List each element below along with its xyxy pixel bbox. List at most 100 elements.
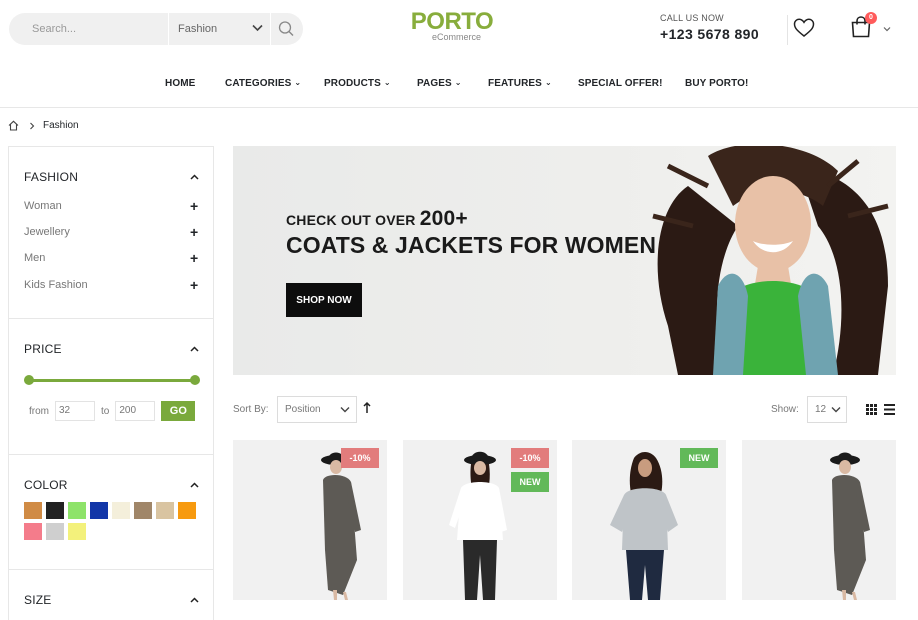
- nav-item-features[interactable]: FEATURES ⌄: [488, 78, 552, 89]
- search-category-select[interactable]: Fashion: [168, 13, 271, 45]
- search-input[interactable]: [9, 13, 159, 45]
- nav-item-label: PAGES: [417, 78, 452, 89]
- chevron-up-icon[interactable]: [190, 482, 199, 488]
- price-to-input[interactable]: 200: [115, 401, 156, 421]
- price-go-button[interactable]: GO: [161, 401, 196, 421]
- discount-badge: -10%: [341, 448, 379, 468]
- color-swatch[interactable]: [46, 523, 64, 540]
- chevron-down-icon: ⌄: [544, 78, 552, 87]
- list-view-icon[interactable]: [884, 404, 895, 415]
- category-kids-fashion[interactable]: Kids Fashion: [24, 279, 88, 291]
- banner-line1-number: 200+: [419, 207, 468, 230]
- chevron-up-icon[interactable]: [190, 597, 199, 603]
- chevron-down-icon: [340, 407, 350, 413]
- widget-size: SIZE: [9, 570, 213, 620]
- banner-line1-text: CHECK OUT OVER: [286, 212, 420, 228]
- nav-item-label: SPECIAL OFFER!: [578, 78, 663, 89]
- chevron-down-icon: [831, 407, 841, 413]
- chevron-down-icon: ⌄: [454, 78, 462, 87]
- breadcrumb-current: Fashion: [43, 120, 79, 131]
- color-swatch[interactable]: [156, 502, 174, 519]
- color-swatch[interactable]: [112, 502, 130, 519]
- show-label: Show:: [771, 404, 799, 415]
- heart-icon[interactable]: [793, 18, 815, 38]
- chevron-up-icon[interactable]: [190, 346, 199, 352]
- nav-item-label: FEATURES: [488, 78, 542, 89]
- widget-title-size: SIZE: [24, 593, 52, 607]
- sort-label: Sort By:: [233, 404, 269, 415]
- sort-select-value: Position: [285, 404, 321, 415]
- plus-icon[interactable]: +: [190, 225, 198, 239]
- page-size-select[interactable]: 12: [807, 396, 847, 423]
- category-men[interactable]: Men: [24, 252, 45, 264]
- price-slider-max-handle[interactable]: [190, 375, 200, 385]
- color-swatch[interactable]: [134, 502, 152, 519]
- nav-item-categories[interactable]: CATEGORIES ⌄: [225, 78, 301, 89]
- grid-view-icon[interactable]: [866, 404, 877, 415]
- chevron-right-icon: [30, 122, 35, 129]
- call-us-label: CALL US NOW: [660, 13, 724, 23]
- header-divider: [787, 15, 788, 45]
- nav-item-label: CATEGORIES: [225, 78, 292, 89]
- banner-headline: COATS & JACKETS FOR WOMEN: [286, 232, 657, 258]
- plus-icon[interactable]: +: [190, 199, 198, 213]
- phone-number: +123 5678 890: [660, 26, 760, 42]
- discount-badge: -10%: [511, 448, 549, 468]
- color-swatch[interactable]: [24, 502, 42, 519]
- shop-now-button[interactable]: SHOP NOW: [286, 283, 362, 317]
- nav-item-label: BUY PORTO!: [685, 78, 749, 89]
- plus-icon[interactable]: +: [190, 278, 198, 292]
- product-image: [830, 452, 870, 600]
- widget-fashion: FASHION Woman + Jewellery + Men + Kids F…: [9, 147, 213, 319]
- chevron-up-icon[interactable]: [190, 174, 199, 180]
- nav-item-products[interactable]: PRODUCTS ⌄: [324, 78, 391, 89]
- color-swatch[interactable]: [178, 502, 196, 519]
- category-woman[interactable]: Woman: [24, 200, 62, 212]
- chevron-down-icon: [252, 24, 263, 32]
- logo[interactable]: PORTO eCommerce: [410, 9, 494, 43]
- widget-title-price: PRICE: [24, 342, 62, 356]
- chevron-down-icon[interactable]: [883, 26, 891, 32]
- price-range-inputs: from 32 to 200 GO: [29, 401, 196, 421]
- chevron-down-icon: ⌄: [383, 78, 391, 87]
- banner-model-image: [652, 146, 889, 375]
- nav-item-special-offer[interactable]: SPECIAL OFFER!: [578, 78, 663, 89]
- promo-banner[interactable]: CHECK OUT OVER 200+ COATS & JACKETS FOR …: [233, 146, 896, 375]
- price-slider-track[interactable]: [29, 379, 196, 382]
- widget-title-color: COLOR: [24, 478, 68, 492]
- search-category-label: Fashion: [178, 23, 218, 35]
- main-nav: HOME CATEGORIES ⌄ PRODUCTS ⌄ PAGES ⌄ FEATUR…: [0, 62, 918, 108]
- sort-direction-icon[interactable]: [362, 401, 372, 415]
- cart-count-badge: 0: [865, 12, 877, 24]
- color-swatch[interactable]: [46, 502, 64, 519]
- price-from-input[interactable]: 32: [55, 401, 95, 421]
- price-from-label: from: [29, 405, 49, 417]
- page-size-value: 12: [815, 404, 827, 415]
- banner-headline-small: CHECK OUT OVER 200+: [286, 207, 468, 231]
- nav-item-label: HOME: [165, 78, 196, 89]
- category-jewellery[interactable]: Jewellery: [24, 226, 70, 238]
- chevron-down-icon: ⌄: [294, 78, 302, 87]
- nav-item-buy-porto[interactable]: BUY PORTO!: [685, 78, 748, 89]
- price-slider-min-handle[interactable]: [24, 375, 34, 385]
- price-to-label: to: [101, 405, 110, 417]
- color-swatch[interactable]: [68, 502, 86, 519]
- color-swatch[interactable]: [24, 523, 42, 540]
- color-swatch[interactable]: [68, 523, 86, 540]
- product-card[interactable]: -10%: [233, 440, 387, 600]
- new-badge: NEW: [511, 472, 549, 492]
- product-card[interactable]: [742, 440, 896, 600]
- nav-item-home[interactable]: HOME: [165, 78, 195, 89]
- nav-item-pages[interactable]: PAGES ⌄: [417, 78, 462, 89]
- new-badge: NEW: [680, 448, 718, 468]
- sidebar-filters: FASHION Woman + Jewellery + Men + Kids F…: [8, 146, 214, 620]
- sort-select[interactable]: Position: [277, 396, 357, 423]
- product-card[interactable]: NEW: [572, 440, 726, 600]
- search-bar: Fashion: [9, 13, 303, 45]
- color-swatch[interactable]: [90, 502, 108, 519]
- plus-icon[interactable]: +: [190, 251, 198, 265]
- product-card[interactable]: -10% NEW: [403, 440, 557, 600]
- home-icon[interactable]: [8, 120, 19, 131]
- nav-item-label: PRODUCTS: [324, 78, 381, 89]
- search-icon[interactable]: [277, 20, 297, 38]
